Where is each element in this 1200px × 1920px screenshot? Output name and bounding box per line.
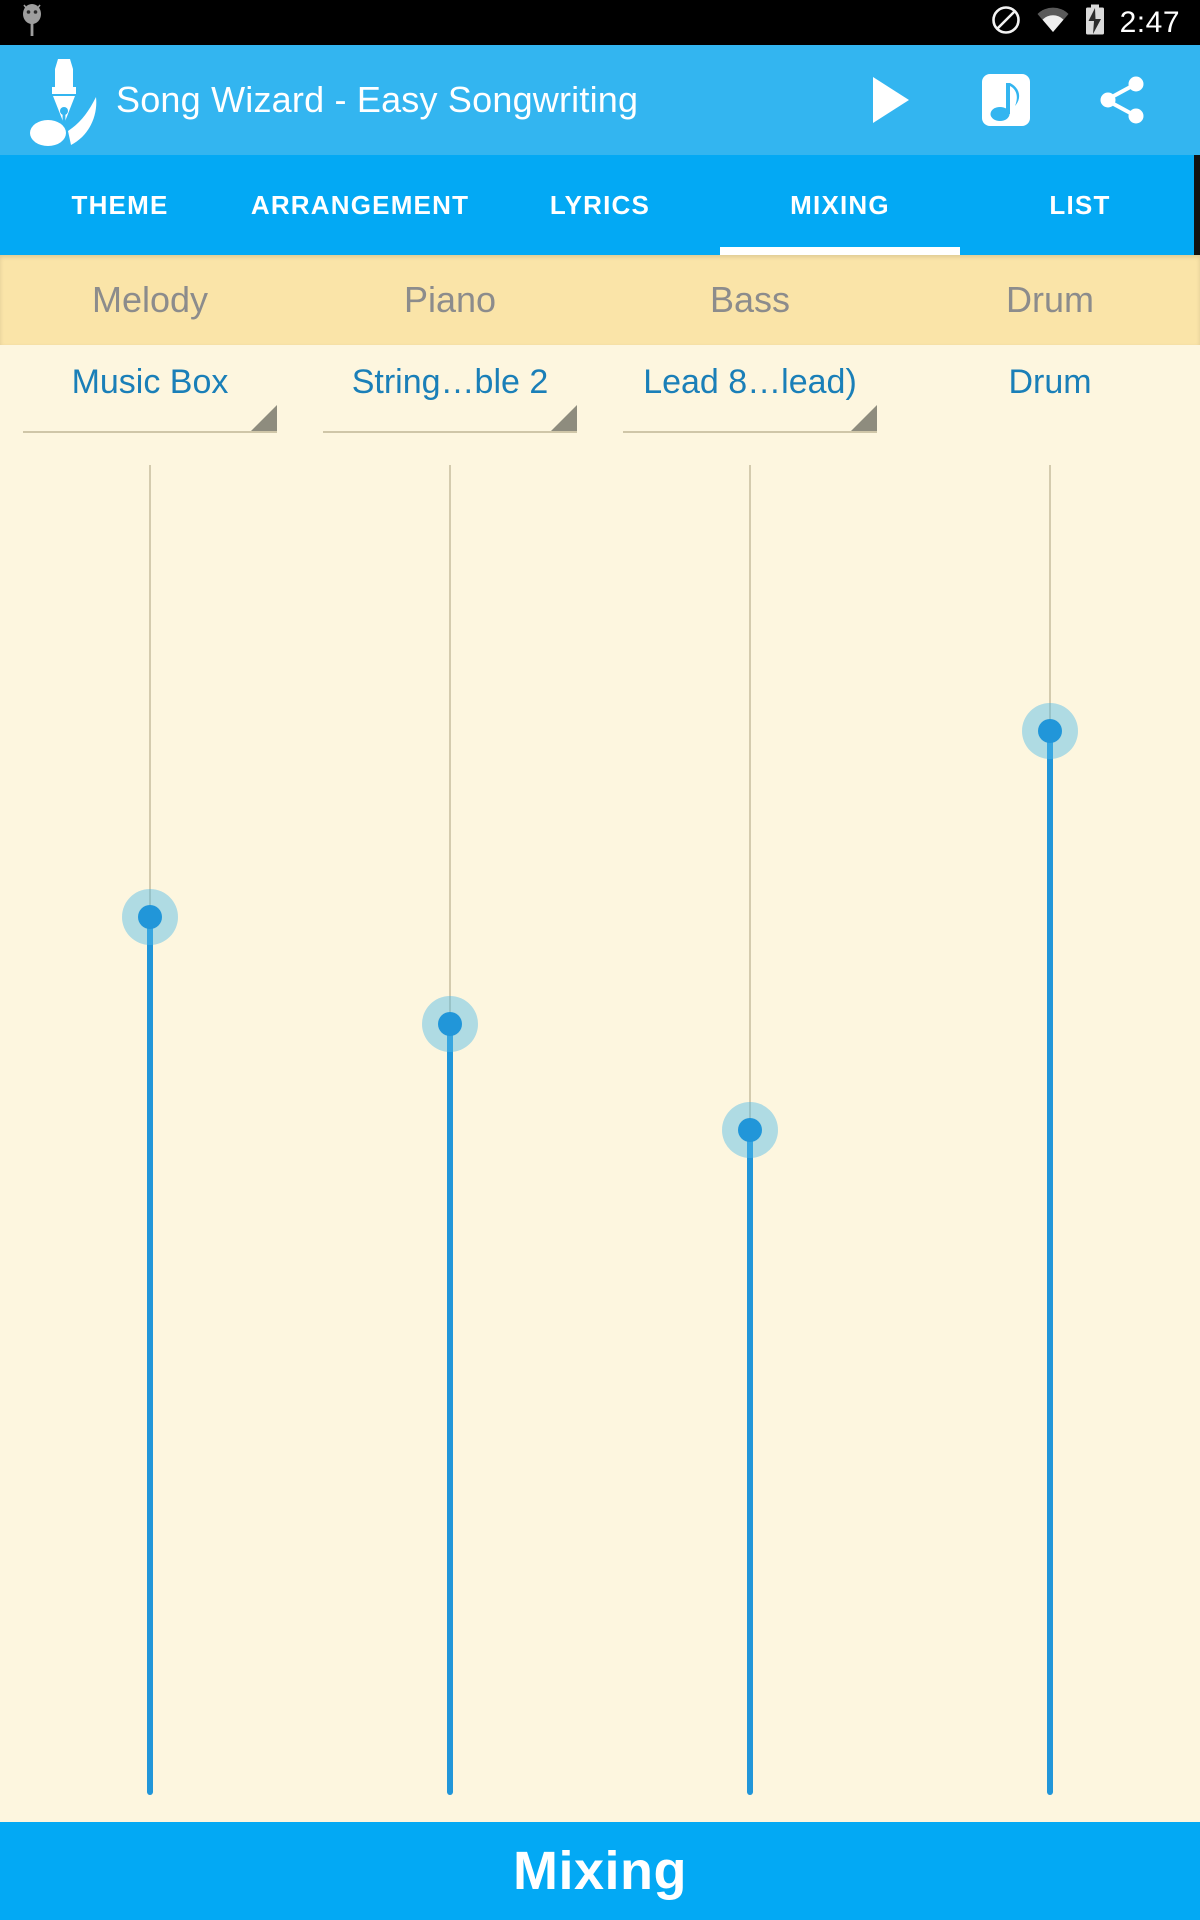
instrument-spinner-bass[interactable]: Lead 8…lead) — [623, 363, 877, 433]
tab-bar-right-edge — [1194, 155, 1200, 255]
volume-slider-drum[interactable] — [1020, 465, 1080, 1795]
battery-charging-icon — [1084, 4, 1106, 41]
mixer-channel-melody: Music Box — [0, 345, 300, 1822]
tab-list[interactable]: LIST — [960, 155, 1200, 255]
mixer-channels: Music Box String…ble 2 Lead 8…lead) Drum — [0, 345, 1200, 1822]
tab-lyrics[interactable]: LYRICS — [480, 155, 720, 255]
do-not-disturb-icon — [990, 4, 1022, 41]
spinner-underline — [23, 431, 277, 433]
tab-arrangement[interactable]: ARRANGEMENT — [240, 155, 480, 255]
status-bar-left — [0, 3, 46, 42]
music-note-icon[interactable] — [978, 72, 1034, 128]
tab-label: MIXING — [790, 189, 890, 220]
mixer-channel-bass: Lead 8…lead) — [600, 345, 900, 1822]
status-bar: 2:47 — [0, 0, 1200, 45]
slider-fill — [147, 917, 153, 1795]
slider-fill — [447, 1023, 453, 1795]
instrument-spinner-label: String…ble 2 — [351, 363, 549, 401]
instrument-spinner-label: Lead 8…lead) — [643, 363, 857, 401]
app-bar-actions — [862, 72, 1200, 128]
category-melody: Melody — [91, 279, 209, 320]
tab-label: LYRICS — [549, 189, 651, 220]
mixer-panel: Music Box String…ble 2 Lead 8…lead) Drum — [0, 345, 1200, 1822]
category-bass: Bass — [709, 279, 791, 320]
app-title: Song Wizard - Easy Songwriting — [116, 79, 639, 120]
volume-slider-bass[interactable] — [720, 465, 780, 1795]
slider-thumb[interactable] — [1022, 703, 1078, 759]
footer-label: Mixing — [513, 1841, 687, 1901]
tab-label: LIST — [1049, 189, 1111, 220]
app-bar: Song Wizard - Easy Songwriting — [0, 45, 1200, 155]
chevron-down-icon — [251, 405, 277, 431]
volume-slider-melody[interactable] — [120, 465, 180, 1795]
slider-fill — [1047, 731, 1053, 1795]
tab-theme[interactable]: THEME — [0, 155, 240, 255]
android-robot-icon — [18, 3, 46, 42]
slider-thumb[interactable] — [122, 889, 178, 946]
volume-slider-piano[interactable] — [420, 465, 480, 1795]
chevron-down-icon — [551, 405, 577, 431]
tab-bar: THEME ARRANGEMENT LYRICS MIXING LIST — [0, 155, 1200, 255]
instrument-spinner-melody[interactable]: Music Box — [23, 363, 277, 433]
category-drum: Drum — [1006, 279, 1094, 320]
chevron-down-icon — [851, 405, 877, 431]
category-header: Melody Piano Bass Drum — [0, 255, 1200, 345]
play-icon[interactable] — [862, 72, 918, 128]
tab-mixing[interactable]: MIXING — [720, 155, 960, 255]
status-bar-right: 2:47 — [990, 4, 1200, 41]
category-piano: Piano — [403, 279, 497, 320]
slider-fill — [747, 1130, 753, 1795]
mixer-channel-piano: String…ble 2 — [300, 345, 600, 1822]
tab-label: THEME — [71, 189, 169, 220]
pen-nib-music-note-logo-icon — [14, 53, 104, 148]
slider-thumb[interactable] — [722, 1102, 778, 1158]
footer-bar: Mixing — [0, 1822, 1200, 1920]
mixer-channel-drum: Drum — [900, 345, 1200, 1822]
spinner-underline — [623, 431, 877, 433]
instrument-label-drum: Drum — [1008, 363, 1092, 401]
status-bar-clock: 2:47 — [1119, 5, 1180, 39]
tab-label: ARRANGEMENT — [250, 189, 470, 220]
share-icon[interactable] — [1094, 72, 1150, 128]
instrument-spinner-piano[interactable]: String…ble 2 — [323, 363, 577, 433]
wifi-icon — [1036, 7, 1070, 38]
spinner-underline — [323, 431, 577, 433]
slider-thumb[interactable] — [422, 995, 478, 1052]
instrument-spinner-label: Music Box — [71, 363, 229, 401]
